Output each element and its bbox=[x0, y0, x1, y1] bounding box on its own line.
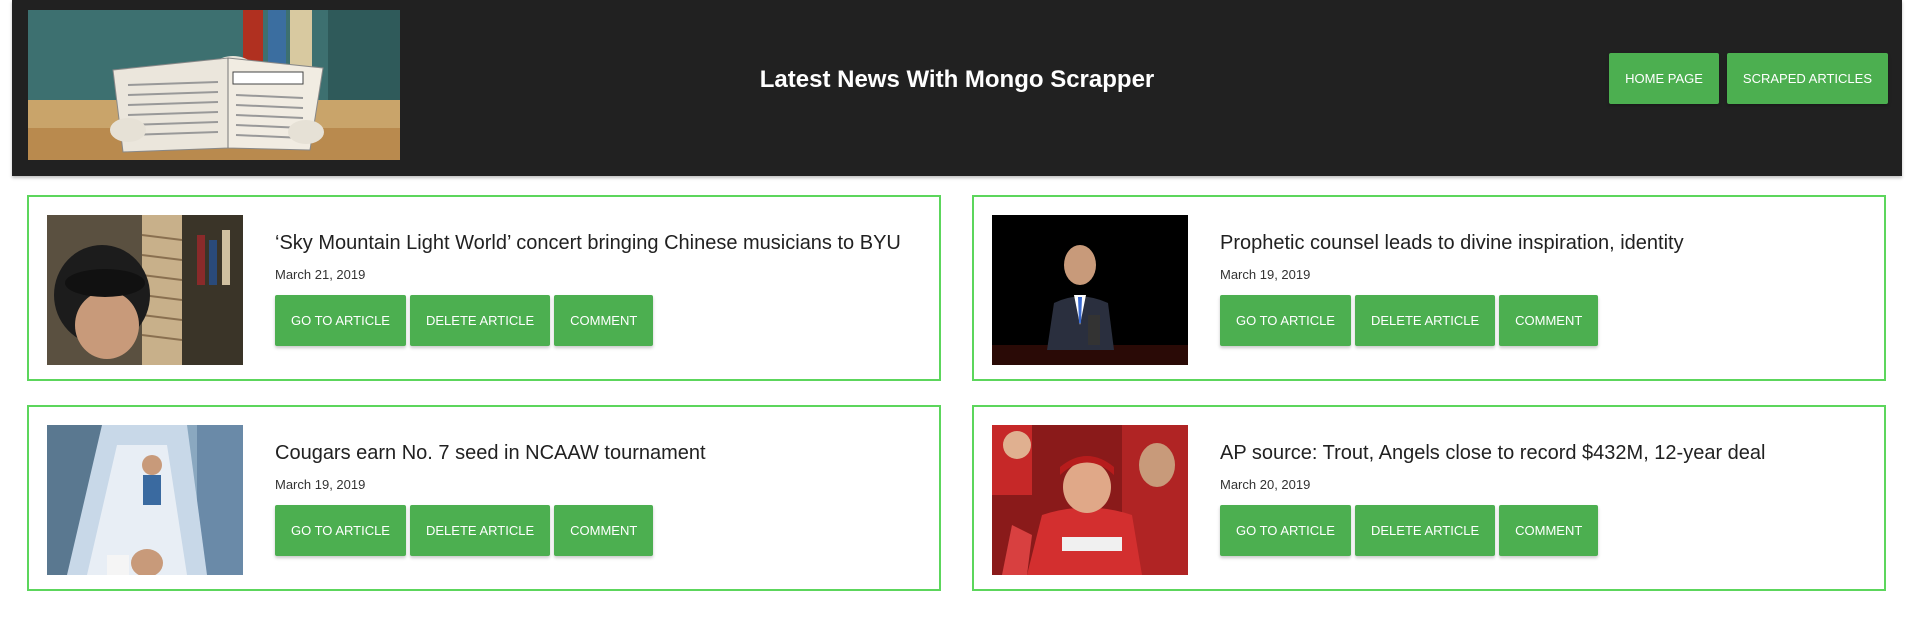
article-date: March 20, 2019 bbox=[1220, 477, 1311, 492]
article-title: Cougars earn No. 7 seed in NCAAW tournam… bbox=[275, 442, 706, 464]
article-thumbnail bbox=[47, 425, 243, 575]
comment-button[interactable]: COMMENT bbox=[1499, 295, 1599, 346]
comment-button[interactable]: COMMENT bbox=[1499, 505, 1599, 556]
article-thumbnail bbox=[992, 215, 1188, 365]
article-title: AP source: Trout, Angels close to record… bbox=[1220, 442, 1766, 464]
delete-article-button[interactable]: DELETE ARTICLE bbox=[409, 505, 551, 556]
article-card: ‘Sky Mountain Light World’ concert bring… bbox=[27, 195, 941, 381]
logo-image bbox=[28, 10, 400, 160]
article-date: March 19, 2019 bbox=[1220, 267, 1311, 282]
article-title: ‘Sky Mountain Light World’ concert bring… bbox=[275, 232, 901, 254]
article-date: March 21, 2019 bbox=[275, 267, 366, 282]
delete-article-button[interactable]: DELETE ARTICLE bbox=[1354, 505, 1496, 556]
scraped-articles-button[interactable]: SCRAPED ARTICLES bbox=[1726, 53, 1888, 104]
comment-button[interactable]: COMMENT bbox=[554, 505, 654, 556]
home-page-button[interactable]: HOME PAGE bbox=[1609, 53, 1719, 104]
go-to-article-button[interactable]: GO TO ARTICLE bbox=[1220, 295, 1351, 346]
article-card: Prophetic counsel leads to divine inspir… bbox=[972, 195, 1886, 381]
article-card: Cougars earn No. 7 seed in NCAAW tournam… bbox=[27, 405, 941, 591]
go-to-article-button[interactable]: GO TO ARTICLE bbox=[1220, 505, 1351, 556]
article-thumbnail bbox=[992, 425, 1188, 575]
go-to-article-button[interactable]: GO TO ARTICLE bbox=[275, 295, 406, 346]
article-card: AP source: Trout, Angels close to record… bbox=[972, 405, 1886, 591]
comment-button[interactable]: COMMENT bbox=[554, 295, 654, 346]
delete-article-button[interactable]: DELETE ARTICLE bbox=[1354, 295, 1496, 346]
article-title: Prophetic counsel leads to divine inspir… bbox=[1220, 232, 1684, 254]
delete-article-button[interactable]: DELETE ARTICLE bbox=[409, 295, 551, 346]
article-date: March 19, 2019 bbox=[275, 477, 366, 492]
go-to-article-button[interactable]: GO TO ARTICLE bbox=[275, 505, 406, 556]
navbar: Latest News With Mongo Scrapper HOME PAG… bbox=[12, 0, 1902, 176]
article-thumbnail bbox=[47, 215, 243, 365]
